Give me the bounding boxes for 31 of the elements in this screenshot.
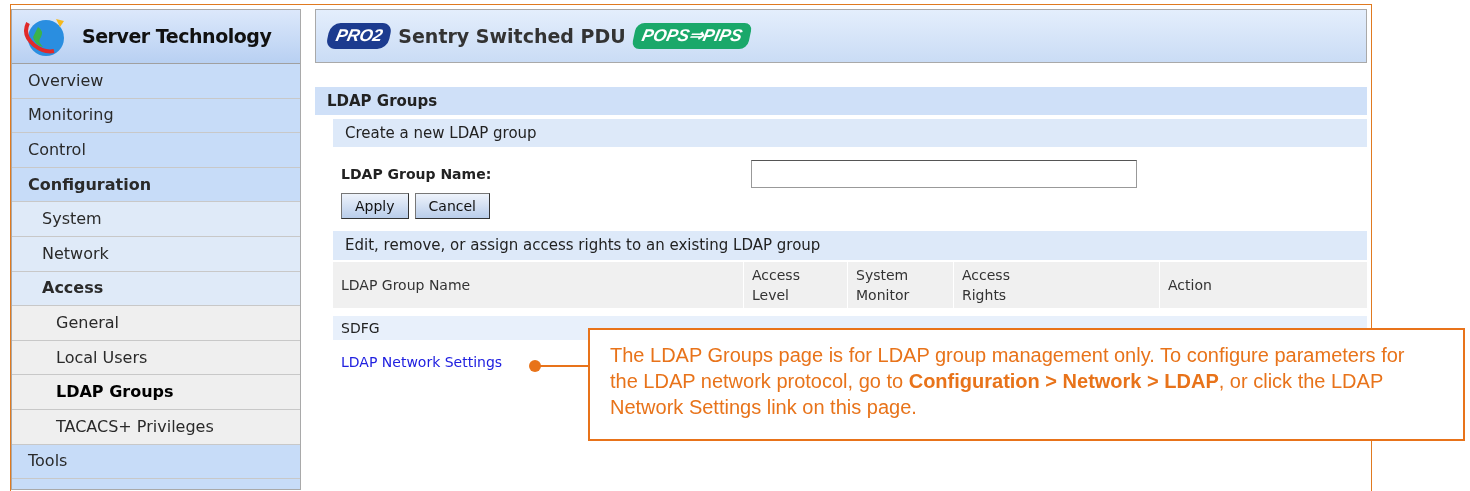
column-header: System Monitor [847,262,953,308]
sidebar-item[interactable]: General [12,306,300,341]
sidebar-item[interactable]: Tools [12,444,300,480]
column-header: LDAP Group Name [340,276,472,295]
sidebar-item[interactable]: TACACS+ Privileges [12,409,300,445]
callout-text: The LDAP Groups page is for LDAP group management only. To configure parameters for the LDAP network protocol, go to Configuration > Network > LDAP, or click the LDAP Network Settings link on this page. [610,344,1405,418]
logo-badge: PRO2 [325,23,393,49]
sidebar-item[interactable]: Access [12,271,300,307]
section-title-bar: Edit, remove, or assign access rights to an existing LDAP group [333,231,1367,260]
sidebar-item[interactable]: System [12,202,300,237]
section-title-bar: Create a new LDAP group [333,119,1367,147]
settings-link[interactable]: LDAP Network Settings [341,351,503,373]
form-button[interactable]: Apply [341,193,409,219]
page-title-bar: LDAP Groups [315,87,1367,115]
sidebar-item[interactable]: Monitoring [12,98,300,134]
column-header: Access Rights [953,262,1159,308]
field-label: LDAP Group Name: [340,164,493,184]
product-title: Sentry Switched PDU [398,23,626,49]
logo-badge: POPS⇒PIPS [631,23,753,49]
table-cell-text: SDFG [340,318,381,338]
sidebar-item[interactable]: Network [12,236,300,272]
sidebar-item[interactable]: Control [12,133,300,168]
sidebar-item[interactable]: Overview [12,64,300,99]
input-field[interactable] [751,160,1137,188]
column-header: Access Level [743,262,847,308]
sidebar-item[interactable]: LDAP Groups [12,375,300,410]
column-header: Action [1159,262,1367,308]
sidebar-item[interactable]: Local Users [12,340,300,376]
brand-name: Server Technology [82,24,272,50]
sidebar-item[interactable]: Configuration [12,167,300,203]
form-button[interactable]: Cancel [414,193,490,219]
